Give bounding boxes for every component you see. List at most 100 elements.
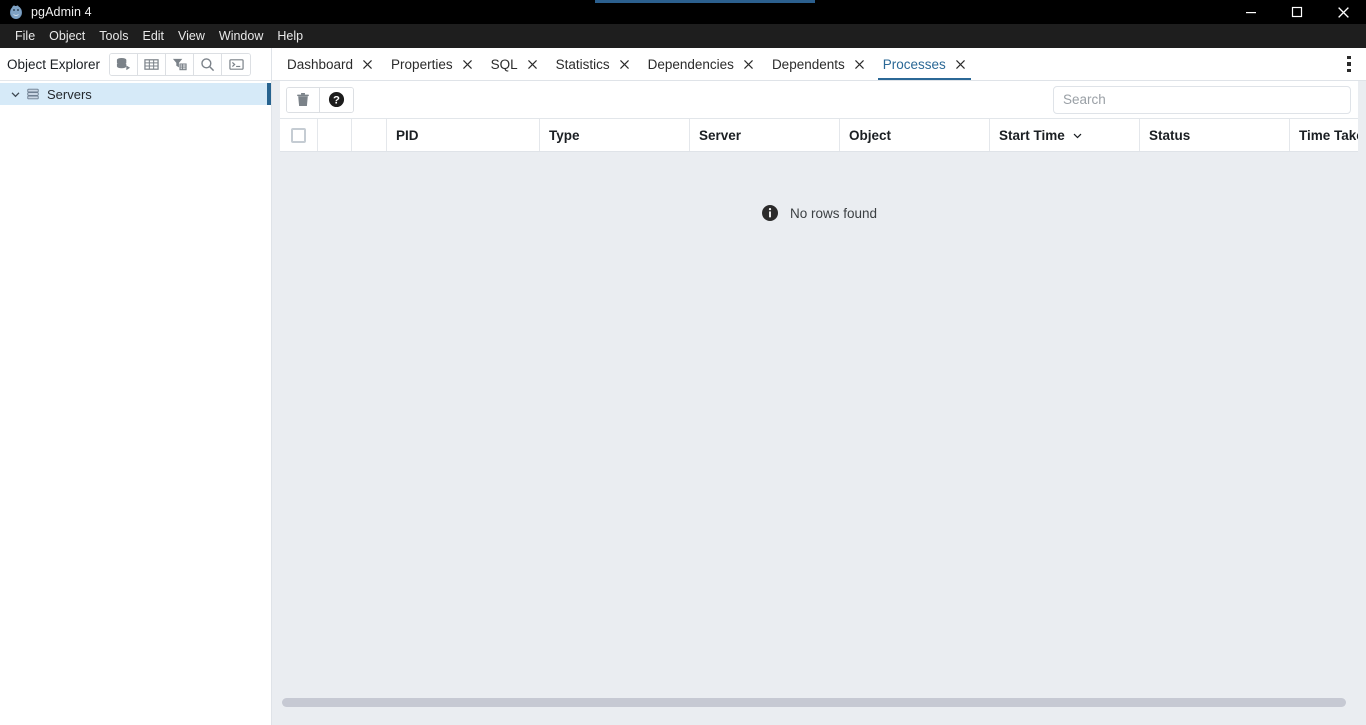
close-icon	[462, 59, 472, 69]
column-label: Type	[549, 127, 580, 143]
menu-item-tools[interactable]: Tools	[92, 27, 135, 46]
horizontal-scrollbar[interactable]	[280, 696, 1358, 709]
maximize-button[interactable]	[1274, 0, 1320, 24]
processes-button-group: ?	[286, 86, 354, 113]
tab-close-statistics[interactable]	[619, 59, 630, 70]
tab-label: Dashboard	[287, 56, 354, 72]
close-button[interactable]	[1320, 0, 1366, 24]
tab-dependents[interactable]: Dependents	[763, 48, 874, 80]
column-header-status[interactable]: Status	[1140, 119, 1290, 151]
delete-process-button[interactable]	[287, 87, 320, 112]
object-explorer-header: Object Explorer	[0, 48, 271, 81]
add-server-button[interactable]	[110, 53, 139, 75]
maximize-icon	[1291, 6, 1303, 18]
tab-label: Dependents	[771, 56, 845, 72]
tab-close-sql[interactable]	[527, 59, 538, 70]
tab-close-dependencies[interactable]	[743, 59, 754, 70]
tree-item-label: Servers	[47, 86, 92, 102]
tab-overflow-menu-button[interactable]	[1332, 48, 1366, 80]
chevron-down-icon	[1072, 130, 1083, 141]
horizontal-scrollbar-thumb[interactable]	[282, 698, 1347, 707]
processes-toolbar: ?	[280, 81, 1358, 119]
add-server-icon	[116, 57, 131, 70]
column-header-blank-1	[318, 119, 352, 151]
object-explorer-title: Object Explorer	[7, 56, 101, 72]
column-label: Time Take	[1299, 127, 1358, 143]
column-header-time-taken[interactable]: Time Take	[1290, 119, 1358, 151]
panel-bottom-strip	[280, 709, 1358, 719]
query-tool-button[interactable]	[222, 53, 251, 75]
tab-close-dependents[interactable]	[854, 59, 865, 70]
column-header-server[interactable]: Server	[690, 119, 840, 151]
object-explorer-toolbar	[109, 52, 252, 76]
processes-panel: ? PID	[272, 81, 1366, 725]
close-icon	[854, 59, 864, 69]
kebab-menu-icon	[1347, 55, 1351, 73]
object-explorer-pane: Object Explorer Servers	[0, 48, 272, 725]
query-tool-terminal-icon	[228, 58, 244, 70]
menu-item-help[interactable]: Help	[270, 27, 310, 46]
main-pane: Dashboard Properties SQL Statistics Depe…	[272, 48, 1366, 725]
close-icon	[527, 59, 537, 69]
tab-dependencies[interactable]: Dependencies	[639, 48, 763, 80]
tab-dashboard[interactable]: Dashboard	[278, 48, 382, 80]
tab-processes[interactable]: Processes	[874, 48, 975, 80]
search-box[interactable]	[1053, 85, 1351, 114]
window-title: pgAdmin 4	[31, 5, 92, 19]
empty-state-text: No rows found	[789, 205, 878, 221]
tree-item-servers[interactable]: Servers	[0, 83, 271, 105]
titlebar-accent	[595, 0, 815, 3]
search-icon	[201, 57, 215, 71]
processes-grid-body: No rows found	[280, 152, 1358, 696]
tab-close-dashboard[interactable]	[362, 59, 373, 70]
column-label: Server	[699, 127, 742, 143]
column-header-object[interactable]: Object	[840, 119, 990, 151]
column-label: PID	[396, 127, 419, 143]
column-label: Object	[849, 127, 892, 143]
tab-bar-spacer	[975, 48, 1332, 80]
minimize-button[interactable]	[1228, 0, 1274, 24]
help-question-icon: ?	[328, 91, 345, 108]
tab-label: Processes	[882, 56, 946, 72]
column-header-pid[interactable]: PID	[387, 119, 540, 151]
tab-properties[interactable]: Properties	[382, 48, 482, 80]
view-data-grid-button[interactable]	[138, 53, 167, 75]
tab-close-processes[interactable]	[955, 59, 966, 70]
column-header-start-time[interactable]: Start Time	[990, 119, 1140, 151]
chevron-down-icon[interactable]	[8, 89, 22, 100]
search-objects-button[interactable]	[194, 53, 223, 75]
grid-table-icon	[144, 58, 159, 70]
tab-label: Dependencies	[647, 56, 734, 72]
menu-bar: File Object Tools Edit View Window Help	[0, 24, 1366, 48]
object-tree: Servers	[0, 81, 271, 725]
filter-data-button[interactable]	[166, 53, 195, 75]
tab-close-properties[interactable]	[462, 59, 473, 70]
empty-state: No rows found	[280, 204, 1358, 222]
select-all-checkbox[interactable]	[291, 127, 306, 143]
filter-table-icon	[172, 58, 187, 70]
menu-item-view[interactable]: View	[171, 27, 212, 46]
search-input[interactable]	[1063, 92, 1341, 107]
tab-statistics[interactable]: Statistics	[547, 48, 639, 80]
svg-text:?: ?	[333, 95, 340, 107]
tab-label: Statistics	[555, 56, 610, 72]
menu-item-file[interactable]: File	[8, 27, 42, 46]
menu-item-object[interactable]: Object	[42, 27, 92, 46]
close-icon	[743, 59, 753, 69]
window-controls	[1228, 0, 1366, 24]
column-header-type[interactable]: Type	[540, 119, 690, 151]
trash-delete-icon	[297, 92, 309, 106]
column-header-select-all[interactable]	[280, 119, 318, 151]
close-icon	[955, 59, 965, 69]
close-icon	[363, 59, 373, 69]
app-body: Object Explorer Servers Dashboard Proper…	[0, 48, 1366, 725]
tab-sql[interactable]: SQL	[482, 48, 547, 80]
minimize-icon	[1246, 12, 1256, 14]
postgresql-elephant-icon	[10, 5, 22, 19]
close-icon	[619, 59, 629, 69]
menu-item-window[interactable]: Window	[212, 27, 270, 46]
help-button[interactable]: ?	[320, 87, 353, 112]
menu-item-edit[interactable]: Edit	[135, 27, 171, 46]
close-icon	[1337, 6, 1349, 18]
column-label: Status	[1149, 127, 1191, 143]
